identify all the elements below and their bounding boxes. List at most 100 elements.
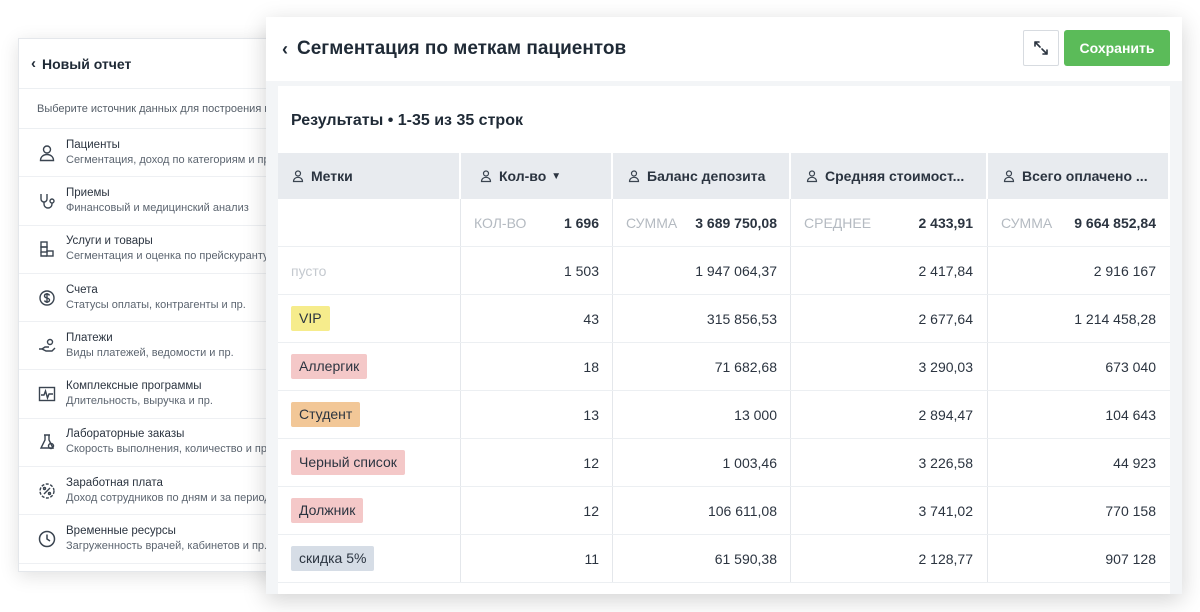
data-source-subtitle: Статусы оплаты, контрагенты и пр. [66, 298, 246, 311]
column-header[interactable]: Метки [278, 153, 461, 199]
column-header[interactable]: Средняя стоимост... [791, 153, 988, 199]
aggregate-label: СУММА [1001, 214, 1053, 231]
deposit-balance-cell: 1 003,46 [613, 439, 791, 486]
table-row[interactable]: Студент 13 13 000 2 894,47 104 643 [278, 391, 1170, 439]
deposit-balance-cell: 61 590,38 [613, 535, 791, 582]
table-row[interactable]: Черный список 12 1 003,46 3 226,58 44 923 [278, 439, 1170, 487]
patient-tag: Студент [291, 402, 361, 427]
results-card: Результаты • 1-35 из 35 строк Метки Кол-в… [278, 86, 1170, 594]
column-header-label: Кол-во [499, 168, 547, 184]
data-source-text: Услуги и товары Сегментация и оценка по п… [66, 234, 269, 264]
average-cost-cell: 3 226,58 [791, 439, 988, 486]
total-paid-cell: 1 214 458,28 [1074, 310, 1156, 327]
data-source-item[interactable]: Счета Статусы оплаты, контрагенты и пр. [19, 274, 279, 323]
data-source-item[interactable]: Комплексные программы Длительность, выруч… [19, 370, 279, 419]
column-header-label: Средняя стоимост... [825, 168, 965, 184]
data-source-text: Комплексные программы Длительность, выруч… [66, 379, 213, 409]
total-paid-cell: 673 040 [1105, 358, 1156, 375]
clock-icon [37, 529, 57, 549]
data-source-title: Временные ресурсы [66, 525, 176, 538]
data-source-hint: Выберите источник данных для построения … [19, 89, 279, 129]
chevron-left-icon[interactable]: ‹ [282, 39, 288, 60]
person-icon [480, 170, 492, 183]
table-row[interactable]: пусто 1 503 1 947 064,37 2 417,84 2 916 167 [278, 247, 1170, 295]
column-header[interactable]: Баланс депозита [613, 153, 791, 199]
table-body: пусто 1 503 1 947 064,37 2 417,84 2 916 167 V… [278, 247, 1170, 583]
table-header-row: Метки Кол-во ▼ Баланс депозита Средняя стоим… [278, 153, 1170, 199]
aggregate-value: 3 689 750,08 [695, 214, 777, 231]
data-source-item[interactable]: Пациенты Сегментация, доход по категориям… [19, 129, 279, 178]
data-source-item[interactable]: Временные ресурсы Загруженность врачей, к… [19, 515, 279, 564]
average-cost-cell: 3 290,03 [791, 343, 988, 390]
column-header-label: Метки [311, 168, 353, 184]
data-source-item[interactable]: Заработная плата Доход сотрудников по дня… [19, 467, 279, 516]
aggregate-label: СРЕДНЕЕ [804, 214, 872, 231]
data-source-subtitle: Сегментация, доход по категориям и пр. [66, 153, 273, 166]
data-source-title: Пациенты [66, 138, 120, 151]
total-paid-cell: 104 643 [1105, 406, 1156, 423]
aggregate-cell [278, 199, 461, 246]
invoice-icon [37, 288, 57, 308]
data-source-subtitle: Загруженность врачей, кабинетов и пр. [66, 540, 268, 553]
data-source-item[interactable]: Лабораторные заказы Скорость выполнения, … [19, 419, 279, 468]
data-source-text: Пациенты Сегментация, доход по категориям… [66, 138, 273, 168]
patient-tag: Черный список [291, 450, 405, 475]
chevron-left-icon[interactable]: ‹ [31, 55, 36, 72]
stethoscope-icon [37, 191, 57, 211]
aggregate-label: СУММА [626, 214, 678, 231]
expand-button[interactable] [1023, 30, 1059, 66]
data-source-item[interactable]: Платежи Виды платежей, ведомости и пр. [19, 322, 279, 371]
column-header[interactable]: Всего оплачено ... [988, 153, 1170, 199]
tag-cell: Студент [278, 391, 461, 438]
data-source-text: Приемы Финансовый и медицинский анализ [66, 186, 249, 216]
data-source-item[interactable]: Приемы Финансовый и медицинский анализ [19, 177, 279, 226]
report-header: ‹ Сегментация по меткам пациентов Сохран… [266, 17, 1182, 81]
tag-cell: Должник [278, 487, 461, 534]
flask-icon [37, 432, 57, 452]
payment-hand-icon [37, 336, 57, 356]
patient-tag: Аллергик [291, 354, 368, 379]
data-source-title: Заработная плата [66, 476, 163, 489]
new-report-title: Новый отчет [42, 55, 132, 72]
new-report-header[interactable]: ‹ Новый отчет [19, 39, 279, 89]
column-header-label: Всего оплачено ... [1022, 168, 1148, 184]
table-row[interactable]: VIP 43 315 856,53 2 677,64 1 214 458,28 [278, 295, 1170, 343]
data-source-subtitle: Скорость выполнения, количество и пр. [66, 443, 271, 456]
person-icon [292, 170, 304, 183]
person-icon [806, 170, 818, 183]
data-source-text: Заработная плата Доход сотрудников по дня… [66, 476, 271, 506]
table-row[interactable]: скидка 5% 11 61 590,38 2 128,77 907 128 [278, 535, 1170, 583]
expand-icon [1034, 41, 1048, 55]
count-cell: 13 [461, 391, 613, 438]
column-header[interactable]: Кол-во ▼ [461, 153, 613, 199]
data-source-subtitle: Сегментация и оценка по прейскуранту [66, 250, 269, 263]
aggregate-value: 9 664 852,84 [1074, 214, 1156, 231]
tag-cell: Черный список [278, 439, 461, 486]
total-paid-cell: 907 128 [1105, 550, 1156, 567]
save-button[interactable]: Сохранить [1064, 30, 1170, 66]
count-cell: 18 [461, 343, 613, 390]
sort-desc-icon[interactable]: ▼ [551, 171, 561, 182]
average-cost-cell: 2 417,84 [791, 247, 988, 294]
data-source-title: Услуги и товары [66, 235, 153, 248]
tag-cell: пусто [278, 247, 461, 294]
aggregate-cell: СУММА 3 689 750,08 [613, 199, 791, 246]
data-source-subtitle: Финансовый и медицинский анализ [66, 201, 249, 214]
results-summary: Результаты • 1-35 из 35 строк [291, 112, 523, 129]
person-icon [37, 143, 57, 163]
count-cell: 12 [461, 487, 613, 534]
average-cost-cell: 2 128,77 [791, 535, 988, 582]
count-cell: 1 503 [461, 247, 613, 294]
table-row[interactable]: Аллергик 18 71 682,68 3 290,03 673 040 [278, 343, 1170, 391]
total-paid-cell: 770 158 [1105, 502, 1156, 519]
data-source-text: Лабораторные заказы Скорость выполнения, … [66, 427, 270, 457]
average-cost-cell: 3 741,02 [791, 487, 988, 534]
percent-badge-icon [37, 481, 57, 501]
report-panel: ‹ Сегментация по меткам пациентов Сохран… [266, 17, 1182, 594]
table-row[interactable]: Должник 12 106 611,08 3 741,02 770 158 [278, 487, 1170, 535]
data-source-subtitle: Длительность, выручка и пр. [66, 395, 213, 408]
count-cell: 12 [461, 439, 613, 486]
data-source-title: Платежи [66, 331, 113, 344]
data-source-subtitle: Доход сотрудников по дням и за период [66, 491, 271, 504]
data-source-item[interactable]: Услуги и товары Сегментация и оценка по п… [19, 226, 279, 274]
